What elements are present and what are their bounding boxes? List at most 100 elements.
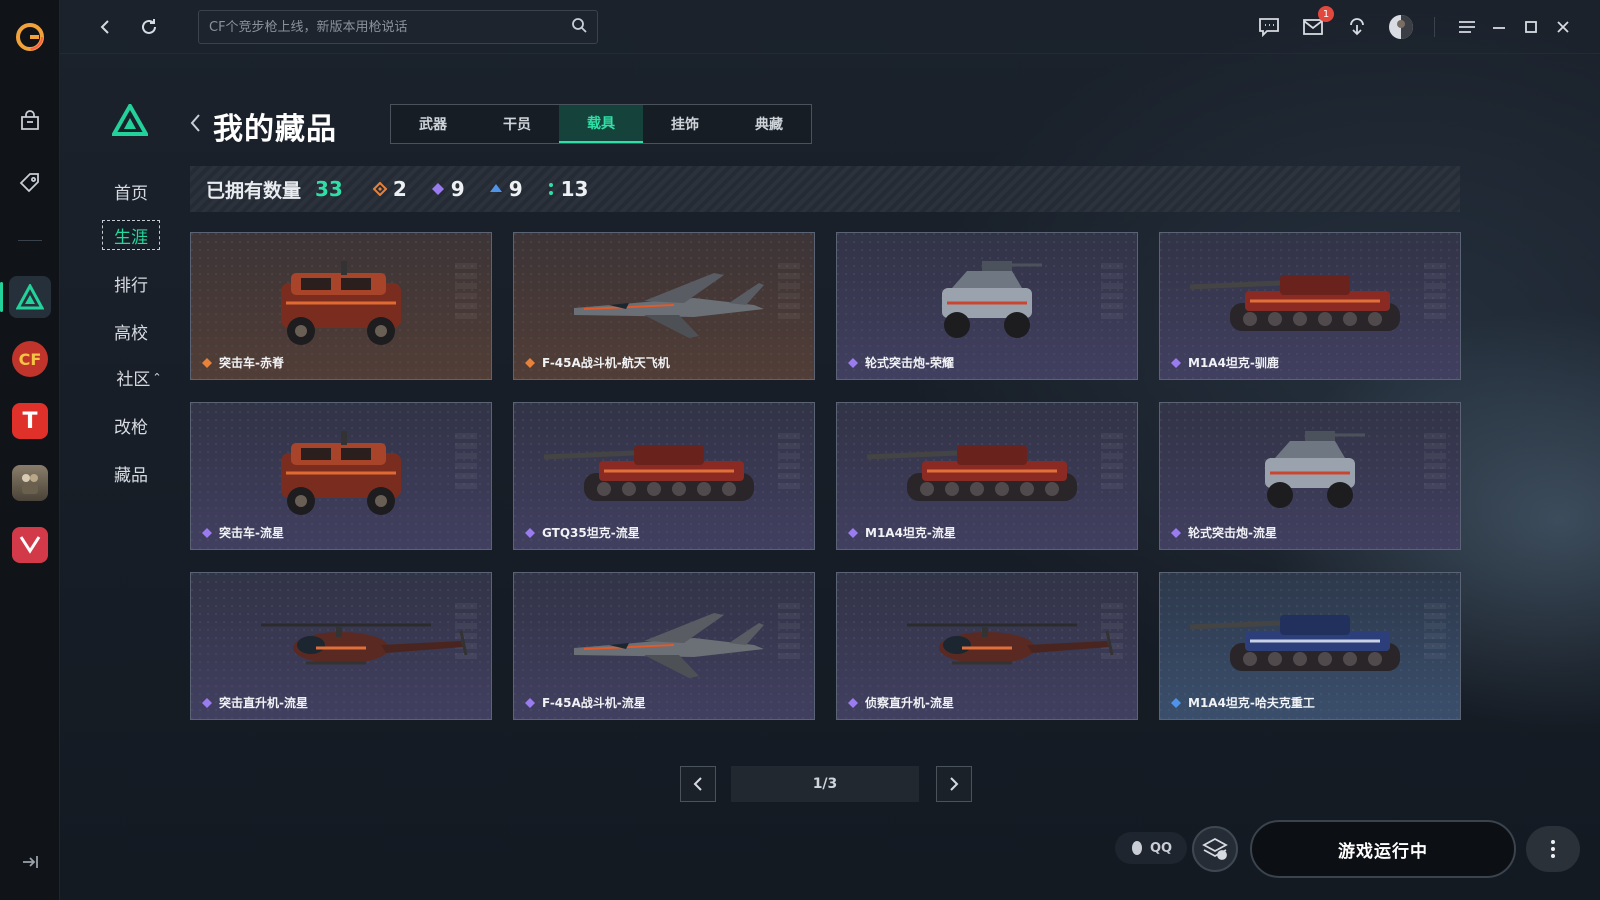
search-icon[interactable]: [571, 17, 587, 37]
stat-blue: 9: [489, 177, 523, 201]
mail-icon[interactable]: 1: [1298, 6, 1334, 42]
vehicle-card[interactable]: 轮式突击炮-荣耀: [836, 232, 1138, 380]
soldier-game-icon[interactable]: [9, 462, 51, 504]
mail-badge: 1: [1318, 6, 1334, 22]
page-title: 我的藏品: [213, 112, 337, 147]
vehicle-caption: 突击直升机-流星: [201, 694, 308, 711]
qq-label: QQ: [1149, 840, 1173, 856]
nav-community[interactable]: 社区 ⌃: [104, 362, 174, 392]
game-running-button[interactable]: 游戏运行中: [1250, 820, 1516, 878]
vehicle-caption: GTQ35坦克-流星: [524, 524, 640, 541]
vehicle-card[interactable]: M1A4坦克-驯鹿: [1159, 232, 1461, 380]
qq-button[interactable]: QQ: [1115, 832, 1187, 864]
tab-accessories[interactable]: 挂饰: [643, 105, 727, 143]
vehicle-card[interactable]: M1A4坦克-哈夫克重工: [1159, 572, 1461, 720]
vehicle-card[interactable]: 突击车-赤脊: [190, 232, 492, 380]
vehicle-image: [574, 613, 764, 678]
vehicle-card[interactable]: F-45A战斗机-航天飞机: [513, 232, 815, 380]
rarity-purple-icon: [525, 527, 535, 538]
download-icon[interactable]: [1342, 12, 1372, 42]
vehicle-caption: F-45A战斗机-航天飞机: [524, 354, 670, 371]
category-tabs: 武器 干员 载具 挂饰 典藏: [390, 104, 812, 144]
vehicle-image: [543, 445, 754, 501]
rarity-purple-icon: [848, 697, 858, 708]
vehicle-image: [1189, 275, 1400, 331]
diamond-blue-icon: [489, 184, 502, 192]
app-logo-icon[interactable]: [9, 16, 51, 58]
rarity-purple-icon: [202, 697, 212, 708]
secondary-nav: 首页 生涯 排行 高校 社区 ⌃ 改枪 藏品: [60, 54, 200, 900]
owned-label: 已拥有数量: [206, 179, 302, 202]
vehicle-card[interactable]: F-45A战斗机-流星: [513, 572, 815, 720]
rarity-orange-icon: [525, 357, 535, 368]
nav-home[interactable]: 首页: [102, 176, 160, 206]
menu-icon[interactable]: [1452, 12, 1482, 42]
vehicle-image: [281, 261, 401, 345]
prev-page-button[interactable]: [680, 766, 716, 802]
vehicle-caption: 轮式突击炮-流星: [1170, 524, 1277, 541]
crossfire-game-icon[interactable]: CF: [9, 338, 51, 380]
tab-operators[interactable]: 干员: [475, 105, 559, 143]
search-input[interactable]: [209, 19, 571, 35]
left-rail: CF T: [0, 0, 60, 900]
tag-icon[interactable]: [9, 162, 51, 204]
more-options-button[interactable]: [1526, 826, 1580, 872]
rarity-purple-icon: [1171, 527, 1181, 538]
vehicle-name: 突击车-流星: [219, 526, 284, 540]
vehicle-caption: 突击车-赤脊: [201, 354, 284, 371]
refresh-icon[interactable]: [134, 12, 164, 42]
next-page-button[interactable]: [936, 766, 972, 802]
maximize-icon[interactable]: [1516, 12, 1546, 42]
rarity-purple-icon: [525, 697, 535, 708]
rail-divider: [18, 240, 42, 241]
t-game-icon[interactable]: T: [9, 400, 51, 442]
close-icon[interactable]: [1548, 12, 1578, 42]
vehicle-caption: 轮式突击炮-荣耀: [847, 354, 954, 371]
vehicle-caption: M1A4坦克-哈夫克重工: [1170, 694, 1315, 711]
expand-sidebar-icon[interactable]: [18, 852, 42, 876]
tab-collectibles[interactable]: 典藏: [727, 105, 811, 143]
vehicle-image: [942, 261, 1042, 338]
chat-icon[interactable]: [1254, 12, 1284, 42]
back-icon[interactable]: [90, 12, 120, 42]
vehicle-card[interactable]: 侦察直升机-流星: [836, 572, 1138, 720]
stat-orange: 2: [372, 177, 407, 201]
window-divider: [1434, 17, 1435, 37]
vehicle-name: 侦察直升机-流星: [865, 696, 954, 710]
nav-collection[interactable]: 藏品: [102, 458, 160, 488]
title-back-icon[interactable]: [188, 112, 202, 138]
vehicle-card[interactable]: 突击车-流星: [190, 402, 492, 550]
vehicle-name: F-45A战斗机-航天飞机: [542, 356, 670, 370]
v-game-icon[interactable]: [9, 524, 51, 566]
vehicle-card[interactable]: GTQ35坦克-流星: [513, 402, 815, 550]
stat-purple-count: 9: [450, 177, 465, 201]
tab-weapons[interactable]: 武器: [391, 105, 475, 143]
accelerator-button[interactable]: [1192, 826, 1238, 872]
career-triangle-icon[interactable]: [9, 276, 51, 318]
vehicle-name: F-45A战斗机-流星: [542, 696, 646, 710]
vehicle-card[interactable]: 轮式突击炮-流星: [1159, 402, 1461, 550]
rail-active-indicator: [0, 282, 3, 312]
minimize-icon[interactable]: [1484, 12, 1514, 42]
vehicle-image: [574, 273, 764, 338]
nav-gun-mod[interactable]: 改枪: [102, 410, 160, 440]
vehicle-card[interactable]: 突击直升机-流星: [190, 572, 492, 720]
avatar[interactable]: [1386, 12, 1416, 42]
vehicle-name: 突击直升机-流星: [219, 696, 308, 710]
more-vertical-icon: [1551, 840, 1555, 858]
rarity-purple-icon: [848, 527, 858, 538]
stat-purple: 9: [431, 177, 465, 201]
nav-career[interactable]: 生涯: [102, 220, 160, 250]
page-indicator: 1/3: [731, 766, 919, 802]
tab-vehicles[interactable]: 载具: [559, 105, 643, 143]
vehicle-card[interactable]: M1A4坦克-流星: [836, 402, 1138, 550]
nav-college[interactable]: 高校: [102, 316, 160, 346]
vehicle-name: 轮式突击炮-流星: [1188, 526, 1277, 540]
top-bar: 1: [60, 0, 1600, 54]
vehicle-caption: F-45A战斗机-流星: [524, 694, 646, 711]
store-bag-icon[interactable]: [9, 100, 51, 142]
vehicle-name: M1A4坦克-哈夫克重工: [1188, 696, 1315, 710]
rarity-purple-icon: [202, 527, 212, 538]
vehicle-image: [281, 431, 401, 515]
nav-ranking[interactable]: 排行: [102, 268, 160, 298]
